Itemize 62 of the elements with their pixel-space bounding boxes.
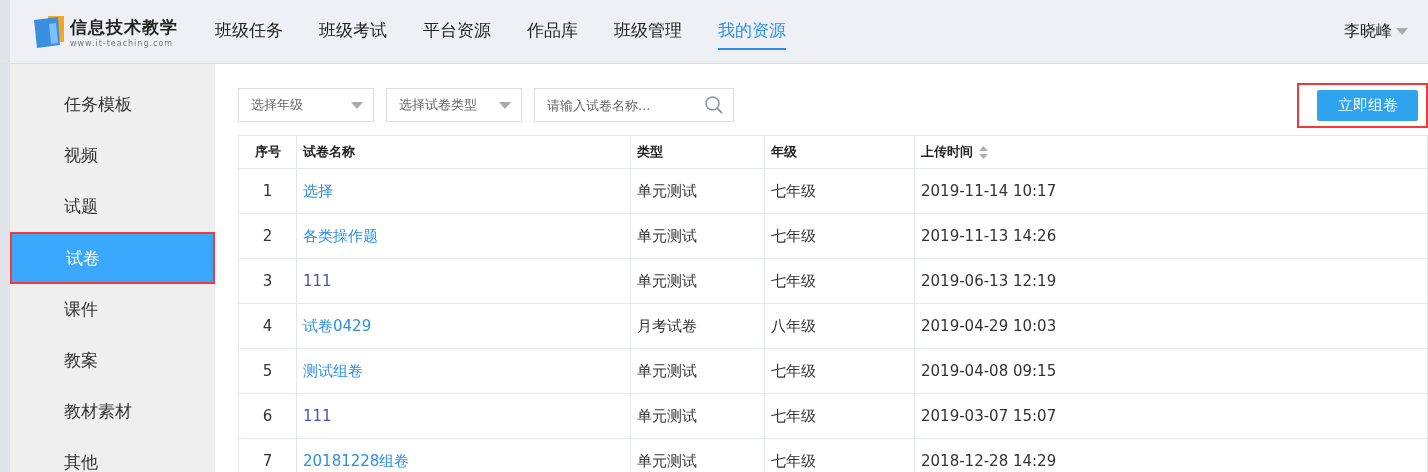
table-cell: 4: [262, 317, 273, 335]
table-cell: 5: [262, 362, 273, 380]
paper-link[interactable]: 各类操作题: [303, 226, 378, 245]
table-cell: 2019-04-29 10:03: [921, 317, 1057, 335]
sidebar-item[interactable]: 教材素材: [10, 386, 215, 437]
paper-link[interactable]: 选择: [303, 181, 333, 200]
paper-link[interactable]: 20181228组卷: [303, 451, 410, 470]
table-cell: 2019-06-13 12:19: [921, 272, 1057, 290]
table-cell: 2019-11-13 14:26: [921, 227, 1057, 245]
table-cell: 2019-03-07 15:07: [921, 407, 1057, 425]
table-cell: 七年级: [771, 406, 816, 425]
table-cell: 单元测试: [637, 406, 697, 425]
table-cell: 单元测试: [637, 226, 697, 245]
paper-link[interactable]: 试卷0429: [303, 316, 372, 335]
paper-link[interactable]: 111: [303, 272, 332, 290]
table-cell: 月考试卷: [637, 316, 697, 335]
nav-tab[interactable]: 作品库: [527, 13, 578, 50]
table-cell: 八年级: [771, 316, 816, 335]
column-header: 试卷名称: [303, 143, 355, 161]
grade-dropdown[interactable]: 选择年级: [238, 88, 374, 122]
table-cell: 1: [262, 182, 273, 200]
column-header: 类型: [637, 143, 663, 161]
table-cell: 七年级: [771, 271, 816, 290]
nav-tab[interactable]: 班级考试: [319, 13, 387, 50]
table-cell: 3: [262, 272, 273, 290]
nav-tab[interactable]: 平台资源: [423, 13, 491, 50]
paper-type-dropdown[interactable]: 选择试卷类型: [386, 88, 522, 122]
nav-tab[interactable]: 班级管理: [614, 13, 682, 50]
table-cell: 单元测试: [637, 451, 697, 470]
sidebar-item[interactable]: 课件: [10, 284, 215, 335]
search-field[interactable]: 请输入试卷名称...: [534, 88, 734, 122]
logo-title: 信息技术教学: [70, 15, 178, 39]
user-name[interactable]: 李晓峰: [1344, 21, 1392, 42]
table-cell: 7: [262, 452, 273, 470]
sidebar-item[interactable]: 任务模板: [10, 79, 215, 130]
table-cell: 单元测试: [637, 361, 697, 380]
sort-icon[interactable]: [979, 145, 988, 159]
sidebar-item[interactable]: 其他: [10, 437, 215, 472]
nav-tab[interactable]: 班级任务: [215, 13, 283, 50]
column-header: 年级: [771, 143, 797, 161]
table-cell: 单元测试: [637, 181, 697, 200]
sidebar-item[interactable]: 视频: [10, 130, 215, 181]
paper-link[interactable]: 111: [303, 407, 332, 425]
table-cell: 6: [262, 407, 273, 425]
column-header: 上传时间: [921, 143, 973, 161]
search-icon[interactable]: [704, 95, 724, 115]
table-cell: 2019-11-14 10:17: [921, 182, 1057, 200]
paper-link[interactable]: 测试组卷: [303, 361, 363, 380]
table-cell: 七年级: [771, 361, 816, 380]
book-logo-icon: [34, 15, 64, 48]
caret-icon[interactable]: [1396, 28, 1408, 35]
table-cell: 七年级: [771, 181, 816, 200]
table-cell: 2: [262, 227, 273, 245]
logo-url: www.it-teaching.com: [70, 38, 175, 48]
table-cell: 七年级: [771, 226, 816, 245]
table-cell: 单元测试: [637, 271, 697, 290]
table-cell: 七年级: [771, 451, 816, 470]
sidebar-item[interactable]: 试题: [10, 181, 215, 232]
table-cell: 2019-04-08 09:15: [921, 362, 1057, 380]
column-header: 序号: [254, 143, 281, 161]
sidebar-item[interactable]: 教案: [10, 335, 215, 386]
table-cell: 2018-12-28 14:29: [921, 452, 1057, 470]
